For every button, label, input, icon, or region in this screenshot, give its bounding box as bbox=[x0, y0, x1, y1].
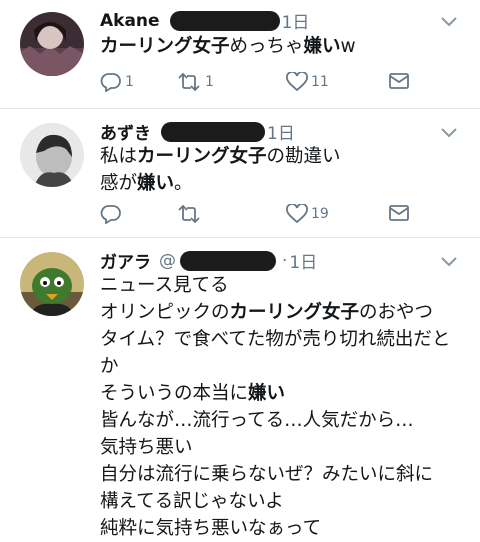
text-line: か bbox=[100, 353, 450, 380]
reply-button[interactable]: 1 bbox=[100, 72, 134, 92]
text-segment: 。 bbox=[174, 173, 193, 194]
text-line: カーリング女子めっちゃ嫌いw bbox=[100, 33, 356, 60]
reply-count: 1 bbox=[125, 74, 134, 90]
redacted-handle bbox=[161, 121, 265, 142]
text-segment: か bbox=[100, 356, 119, 377]
dm-icon bbox=[388, 204, 410, 222]
author-name[interactable]: ガアラ bbox=[100, 248, 151, 273]
text-segment: 構えてる訳じゃないよ bbox=[100, 491, 284, 512]
author-name[interactable]: あずき bbox=[100, 119, 151, 144]
text-segment: w bbox=[340, 36, 356, 57]
text-segment: 感が bbox=[100, 173, 138, 194]
dm-button[interactable] bbox=[388, 72, 413, 90]
author-name[interactable]: Akane bbox=[100, 11, 160, 31]
text-segment: タイム？で食べてた物が売り切れ続出だと bbox=[100, 329, 451, 350]
chevron-down-icon[interactable] bbox=[440, 127, 458, 139]
bold-keyword: 嫌い bbox=[248, 383, 286, 404]
bold-keyword: カーリング女子 bbox=[137, 146, 267, 167]
timestamp[interactable]: 1日 bbox=[289, 248, 317, 273]
text-segment: そういうの本当に bbox=[100, 383, 249, 404]
retweet-button[interactable]: 1 bbox=[176, 72, 214, 92]
timestamp[interactable]: 1日 bbox=[267, 119, 295, 144]
text-line: タイム？で食べてた物が売り切れ続出だと bbox=[100, 326, 450, 353]
tweet-actions: 19 bbox=[96, 204, 416, 228]
tweet-header: ガアラ @ · 1日 bbox=[100, 248, 317, 273]
text-line: 私はカーリング女子の勘違い bbox=[100, 143, 341, 170]
text-segment: 気持ち悪い bbox=[100, 437, 193, 458]
bold-keyword: カーリング女子 bbox=[229, 302, 360, 323]
tweet-2[interactable]: あずき 1日 私はカーリング女子の勘違い 感が嫌い。 19 bbox=[0, 109, 480, 237]
text-line: 感が嫌い。 bbox=[100, 170, 341, 197]
text-line: 気持ち悪い bbox=[100, 434, 450, 461]
timestamp[interactable]: 1日 bbox=[282, 8, 310, 33]
retweet-count: 1 bbox=[205, 74, 214, 90]
text-line: ニュース見てる bbox=[100, 272, 450, 299]
handle-prefix: @ bbox=[159, 250, 176, 271]
tweet-header: Akane 1日 bbox=[100, 8, 309, 33]
redacted-handle bbox=[169, 10, 280, 31]
chevron-down-icon[interactable] bbox=[440, 16, 458, 28]
tweet-header: あずき 1日 bbox=[100, 119, 295, 144]
text-segment: オリンピックの bbox=[100, 302, 230, 323]
avatar[interactable] bbox=[20, 123, 84, 187]
tweet-actions: 1 1 11 bbox=[96, 72, 416, 96]
avatar[interactable] bbox=[20, 252, 84, 316]
text-segment: 純粋に気持ち悪いなぁって bbox=[100, 518, 322, 539]
text-line: そういうの本当に嫌い bbox=[100, 380, 450, 407]
text-segment: の勘違い bbox=[266, 146, 341, 167]
bold-keyword: カーリング女子 bbox=[100, 36, 230, 57]
tweet-text: 私はカーリング女子の勘違い 感が嫌い。 bbox=[100, 143, 341, 197]
like-count: 11 bbox=[311, 74, 329, 90]
text-segment: 私は bbox=[100, 146, 138, 167]
retweet-button[interactable] bbox=[176, 204, 205, 224]
like-icon bbox=[286, 204, 308, 224]
like-button[interactable]: 11 bbox=[286, 72, 329, 92]
retweet-icon bbox=[176, 204, 202, 224]
text-segment: 自分は流行に乗らないぜ？みたいに斜に bbox=[100, 464, 434, 485]
chevron-down-icon[interactable] bbox=[440, 256, 458, 268]
reply-icon bbox=[100, 204, 122, 224]
text-line: 皆んなが…流行ってる…人気だから… bbox=[100, 407, 450, 434]
retweet-icon bbox=[176, 72, 202, 92]
tweet-1[interactable]: Akane 1日 カーリング女子めっちゃ嫌いw 1 1 11 bbox=[0, 0, 480, 108]
reply-button[interactable] bbox=[100, 204, 125, 224]
redacted-handle bbox=[180, 250, 276, 271]
tweet-text: カーリング女子めっちゃ嫌いw bbox=[100, 33, 356, 60]
text-segment: ニュース見てる bbox=[100, 275, 229, 296]
bold-keyword: 嫌い bbox=[137, 173, 175, 194]
dm-button[interactable] bbox=[388, 204, 413, 222]
timestamp-separator: · bbox=[282, 250, 288, 271]
tweet-text: ニュース見てる オリンピックのカーリング女子のおやつ タイム？で食べてた物が売り切れ… bbox=[100, 272, 450, 542]
text-segment: めっちゃ bbox=[229, 36, 304, 57]
text-segment: のおやつ bbox=[359, 302, 434, 323]
text-line: 構えてる訳じゃないよ bbox=[100, 488, 450, 515]
like-button[interactable]: 19 bbox=[286, 204, 329, 224]
text-line: 純粋に気持ち悪いなぁって bbox=[100, 515, 450, 542]
avatar[interactable] bbox=[20, 12, 84, 76]
bold-keyword: 嫌い bbox=[303, 36, 341, 57]
text-line: 自分は流行に乗らないぜ？みたいに斜に bbox=[100, 461, 450, 488]
text-segment: 皆んなが…流行ってる…人気だから… bbox=[100, 410, 414, 431]
reply-icon bbox=[100, 72, 122, 92]
like-count: 19 bbox=[311, 206, 329, 222]
dm-icon bbox=[388, 72, 410, 90]
text-line: オリンピックのカーリング女子のおやつ bbox=[100, 299, 450, 326]
tweet-3[interactable]: ガアラ @ · 1日 ニュース見てる オリンピックのカーリング女子のおやつ タイム？… bbox=[0, 238, 480, 539]
like-icon bbox=[286, 72, 308, 92]
